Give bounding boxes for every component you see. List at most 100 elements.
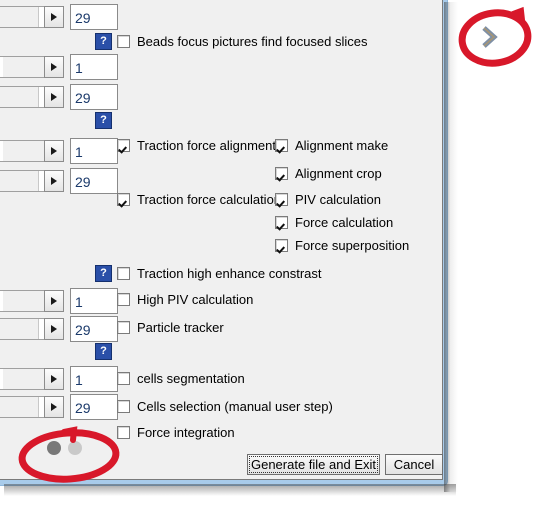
spinner-value-input-3[interactable] <box>70 84 118 110</box>
spinner-track-3[interactable] <box>0 86 44 108</box>
checkbox-cells-selection[interactable] <box>117 400 130 413</box>
spinner-value-input-1[interactable] <box>70 4 118 30</box>
checkbox-traction-force-alignment[interactable] <box>117 139 130 152</box>
checkbox-beads-focus[interactable] <box>117 35 130 48</box>
spinner-row-3[interactable] <box>0 84 118 110</box>
dialog-drop-shadow-bottom <box>4 484 456 496</box>
checkbox-label-traction-force-alignment: Traction force alignment <box>137 138 276 153</box>
triangle-right-icon <box>51 147 57 155</box>
spinner-track-7[interactable] <box>0 318 44 340</box>
help-icon-traction[interactable]: ? <box>95 112 112 129</box>
checkbox-force-superposition[interactable] <box>275 239 288 252</box>
checkbox-cells-segmentation[interactable] <box>117 372 130 385</box>
checkbox-row-traction-high-enhance-constrast[interactable]: Traction high enhance constrast <box>117 266 322 281</box>
spinner-increment-button-2[interactable] <box>44 56 64 78</box>
checkbox-alignment-make[interactable] <box>275 139 288 152</box>
spinner-value-input-8[interactable] <box>70 366 118 392</box>
checkbox-row-traction-force-calculation[interactable]: Traction force calculation <box>117 192 281 207</box>
dialog-content: ? ? ? ? Beads focus pictures find focuse… <box>0 0 443 479</box>
checkbox-row-force-integration[interactable]: Force integration <box>117 425 235 440</box>
triangle-right-icon <box>51 93 57 101</box>
spinner-increment-button-1[interactable] <box>44 6 64 28</box>
triangle-right-icon <box>51 297 57 305</box>
checkbox-row-high-piv-calculation[interactable]: High PIV calculation <box>117 292 253 307</box>
spinner-row-9[interactable] <box>0 394 118 420</box>
spinner-value-input-5[interactable] <box>70 168 118 194</box>
checkbox-traction-force-calculation[interactable] <box>117 193 130 206</box>
checkbox-force-calculation[interactable] <box>275 216 288 229</box>
checkbox-row-force-calculation[interactable]: Force calculation <box>275 215 393 230</box>
page-dot-1[interactable] <box>47 441 61 455</box>
spinner-track-8[interactable] <box>0 368 44 390</box>
checkbox-label-cells-selection: Cells selection (manual user step) <box>137 399 333 414</box>
spinner-increment-button-3[interactable] <box>44 86 64 108</box>
page-dot-2[interactable] <box>68 441 82 455</box>
checkbox-piv-calculation[interactable] <box>275 193 288 206</box>
spinner-value-input-7[interactable] <box>70 316 118 342</box>
cancel-button[interactable]: Cancel <box>385 454 443 475</box>
spinner-row-4[interactable] <box>0 138 118 164</box>
checkbox-label-beads-focus: Beads focus pictures find focused slices <box>137 34 368 49</box>
spinner-increment-button-9[interactable] <box>44 396 64 418</box>
spinner-row-2[interactable] <box>0 54 118 80</box>
spinner-increment-button-7[interactable] <box>44 318 64 340</box>
checkbox-row-cells-segmentation[interactable]: cells segmentation <box>117 371 245 386</box>
spinner-track-5[interactable] <box>0 170 44 192</box>
checkbox-row-force-superposition[interactable]: Force superposition <box>275 238 409 253</box>
spinner-increment-button-4[interactable] <box>44 140 64 162</box>
spinner-thumb-4[interactable] <box>0 141 3 161</box>
checkbox-label-force-superposition: Force superposition <box>295 238 410 253</box>
help-icon-cells[interactable]: ? <box>95 343 112 360</box>
checkbox-label-piv-calculation: PIV calculation <box>295 192 381 207</box>
checkbox-row-cells-selection[interactable]: Cells selection (manual user step) <box>117 399 333 414</box>
spinner-row-7[interactable] <box>0 316 118 342</box>
checkbox-high-piv-calculation[interactable] <box>117 293 130 306</box>
checkbox-label-force-calculation: Force calculation <box>295 215 394 230</box>
checkbox-label-particle-tracker: Particle tracker <box>137 320 224 335</box>
triangle-right-icon <box>51 13 57 21</box>
spinner-row-1[interactable] <box>0 4 118 30</box>
checkbox-particle-tracker[interactable] <box>117 321 130 334</box>
help-icon-beads[interactable]: ? <box>95 33 112 50</box>
checkbox-row-particle-tracker[interactable]: Particle tracker <box>117 320 224 335</box>
generate-file-and-exit-label: Generate file and Exit <box>250 457 377 472</box>
spinner-increment-button-5[interactable] <box>44 170 64 192</box>
triangle-right-icon <box>51 63 57 71</box>
spinner-increment-button-8[interactable] <box>44 368 64 390</box>
spinner-increment-button-6[interactable] <box>44 290 64 312</box>
spinner-track-1[interactable] <box>0 6 44 28</box>
checkbox-row-piv-calculation[interactable]: PIV calculation <box>275 192 381 207</box>
spinner-thumb-6[interactable] <box>0 291 3 311</box>
spinner-row-6[interactable] <box>0 288 118 314</box>
spinner-track-2[interactable] <box>0 56 44 78</box>
checkbox-label-traction-high-enhance-constrast: Traction high enhance constrast <box>137 266 322 281</box>
spinner-row-8[interactable] <box>0 366 118 392</box>
next-arrow-icon[interactable] <box>478 24 500 50</box>
spinner-thumb-8[interactable] <box>0 369 3 389</box>
spinner-row-5[interactable] <box>0 168 118 194</box>
checkbox-label-force-integration: Force integration <box>137 425 235 440</box>
spinner-value-input-6[interactable] <box>70 288 118 314</box>
spinner-track-9[interactable] <box>0 396 44 418</box>
help-icon-contrast[interactable]: ? <box>95 265 112 282</box>
checkbox-row-traction-force-alignment[interactable]: Traction force alignment <box>117 138 276 153</box>
dialog-window: ? ? ? ? Beads focus pictures find focuse… <box>0 0 448 486</box>
spinner-value-input-9[interactable] <box>70 394 118 420</box>
dialog-drop-shadow-right <box>444 2 458 492</box>
screenshot-root: ? ? ? ? Beads focus pictures find focuse… <box>0 0 540 511</box>
checkbox-alignment-crop[interactable] <box>275 167 288 180</box>
generate-file-and-exit-button[interactable]: Generate file and Exit <box>247 454 380 475</box>
checkbox-row-beads-focus[interactable]: Beads focus pictures find focused slices <box>117 34 368 49</box>
spinner-value-input-2[interactable] <box>70 54 118 80</box>
spinner-value-input-4[interactable] <box>70 138 118 164</box>
checkbox-force-integration[interactable] <box>117 426 130 439</box>
spinner-track-4[interactable] <box>0 140 44 162</box>
cancel-label: Cancel <box>393 457 435 472</box>
checkbox-label-high-piv-calculation: High PIV calculation <box>137 292 254 307</box>
checkbox-label-traction-force-calculation: Traction force calculation <box>137 192 282 207</box>
checkbox-traction-high-enhance-constrast[interactable] <box>117 267 130 280</box>
spinner-track-6[interactable] <box>0 290 44 312</box>
checkbox-row-alignment-crop[interactable]: Alignment crop <box>275 166 382 181</box>
checkbox-row-alignment-make[interactable]: Alignment make <box>275 138 388 153</box>
spinner-thumb-2[interactable] <box>0 57 3 77</box>
